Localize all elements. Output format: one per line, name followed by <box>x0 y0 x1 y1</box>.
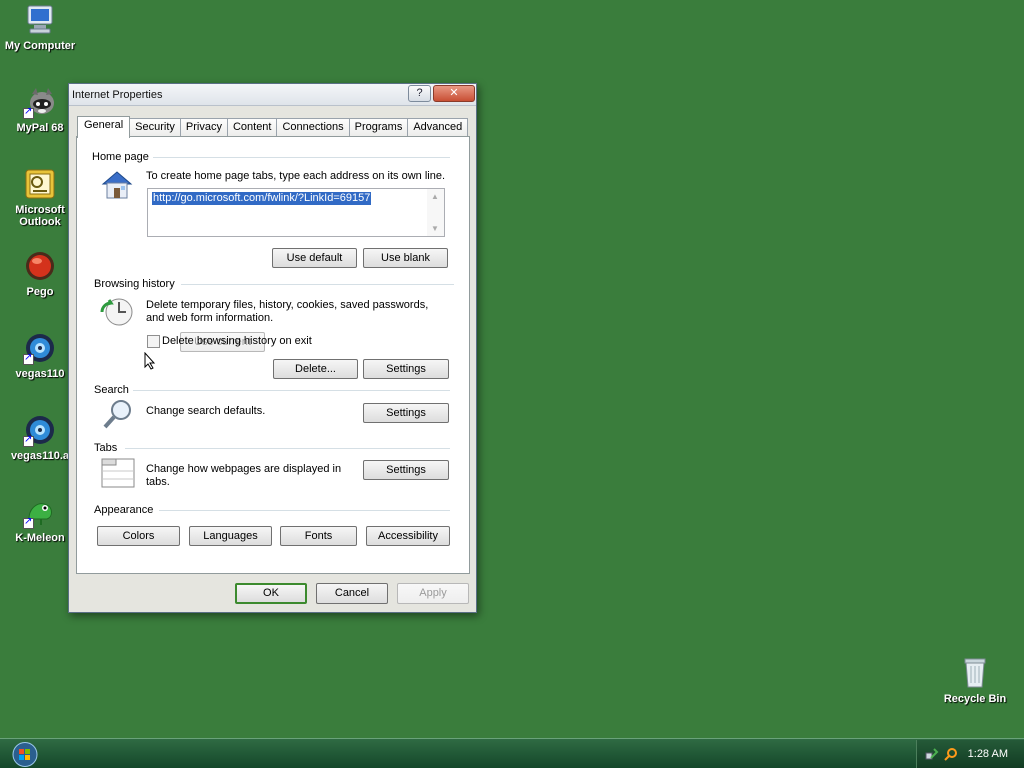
search-separator <box>133 390 450 391</box>
desktop-icon-my-computer[interactable]: My Computer <box>1 3 79 52</box>
recycle-bin-icon <box>958 656 992 690</box>
shortcut-arrow-icon <box>23 516 34 529</box>
tab-security[interactable]: Security <box>129 118 181 137</box>
delete-on-exit-label[interactable]: Delete browsing history on exit <box>162 335 312 348</box>
browsing-history-heading: Browsing history <box>94 278 175 290</box>
tab-general[interactable]: General <box>77 116 131 138</box>
outlook-icon <box>23 167 57 201</box>
delete-history-button[interactable]: Delete... <box>273 359 358 379</box>
search-description: Change search defaults. <box>146 405 266 417</box>
tab-advanced[interactable]: Advanced <box>407 118 469 137</box>
apply-button[interactable]: Apply <box>397 583 469 604</box>
tabs-separator <box>125 448 450 449</box>
languages-button[interactable]: Languages <box>189 526 272 546</box>
tab-programs[interactable]: Programs <box>348 118 409 137</box>
home-page-url-text: http://go.microsoft.com/fwlink/?LinkId=6… <box>152 192 372 205</box>
tabs-heading: Tabs <box>94 442 118 454</box>
tab-strip: General Security Privacy Content Connect… <box>77 116 469 138</box>
general-tab-panel: Home page To create home page tabs, type… <box>76 136 470 574</box>
colors-button[interactable]: Colors <box>97 526 180 546</box>
dialog-title: Internet Properties <box>72 89 163 101</box>
mouse-pointer-icon <box>144 352 156 370</box>
system-tray: 1:28 AM <box>916 740 1024 768</box>
red-orb-icon <box>23 249 57 283</box>
help-icon: ? <box>416 87 423 99</box>
use-blank-button[interactable]: Use blank <box>363 248 448 268</box>
ok-button[interactable]: OK <box>235 583 307 604</box>
help-button[interactable]: ? <box>408 85 431 102</box>
home-page-url-field[interactable]: http://go.microsoft.com/fwlink/?LinkId=6… <box>147 188 445 237</box>
browsing-history-description-line1: Delete temporary files, history, cookies… <box>146 299 429 311</box>
search-settings-button[interactable]: Settings <box>363 403 449 423</box>
taskbar-clock[interactable]: 1:28 AM <box>968 748 1008 760</box>
browsing-history-description-line2: and web form information. <box>146 312 274 324</box>
shortcut-arrow-icon <box>23 434 34 447</box>
chameleon-icon <box>23 495 57 529</box>
use-default-button[interactable]: Use default <box>272 248 357 268</box>
tabs-description-line1: Change how webpages are displayed in <box>146 463 342 475</box>
shortcut-arrow-icon <box>23 352 34 365</box>
tab-content[interactable]: Content <box>226 118 278 137</box>
close-button[interactable]: ✕ <box>433 85 475 102</box>
taskbar: 1:28 AM <box>0 738 1024 768</box>
fonts-button[interactable]: Fonts <box>280 526 357 546</box>
scroll-down-icon: ▼ <box>431 224 439 233</box>
desktop-icon-label: Recycle Bin <box>943 693 1007 705</box>
history-clock-icon <box>100 298 133 326</box>
home-icon <box>101 171 133 199</box>
desktop-icon-label: My Computer <box>4 40 76 52</box>
history-settings-button[interactable]: Settings <box>363 359 449 379</box>
media-disc-icon <box>23 413 57 447</box>
accessibility-button[interactable]: Accessibility <box>366 526 450 546</box>
shortcut-arrow-icon <box>23 106 34 119</box>
tab-privacy[interactable]: Privacy <box>179 118 228 137</box>
media-disc-icon <box>23 331 57 365</box>
cancel-button[interactable]: Cancel <box>316 583 388 604</box>
url-field-scrollbar[interactable]: ▲ ▼ <box>427 189 444 236</box>
delete-on-exit-checkbox[interactable] <box>147 335 160 348</box>
home-page-separator <box>153 157 450 158</box>
home-page-heading: Home page <box>92 151 149 163</box>
network-tray-icon[interactable] <box>925 747 939 761</box>
close-icon: ✕ <box>449 87 459 99</box>
tabs-settings-button[interactable]: Settings <box>363 460 449 480</box>
tabs-description-line2: tabs. <box>146 476 170 488</box>
tabs-window-icon <box>101 458 135 488</box>
internet-properties-dialog[interactable]: Internet Properties ? ✕ General Security… <box>68 83 477 613</box>
dialog-titlebar[interactable]: Internet Properties ? ✕ <box>69 84 476 106</box>
computer-icon <box>23 3 57 37</box>
magnifier-icon <box>103 400 131 429</box>
raccoon-browser-icon <box>23 85 57 119</box>
appearance-heading: Appearance <box>94 504 154 516</box>
appearance-separator <box>159 510 450 511</box>
start-orb-icon[interactable] <box>8 741 42 768</box>
search-heading: Search <box>94 384 129 396</box>
search-tray-icon[interactable] <box>944 747 958 761</box>
scroll-up-icon: ▲ <box>431 192 439 201</box>
browsing-history-separator <box>181 284 454 285</box>
tab-connections[interactable]: Connections <box>276 118 350 137</box>
home-page-description: To create home page tabs, type each addr… <box>146 170 446 182</box>
desktop-icon-recycle-bin[interactable]: Recycle Bin <box>936 656 1014 705</box>
